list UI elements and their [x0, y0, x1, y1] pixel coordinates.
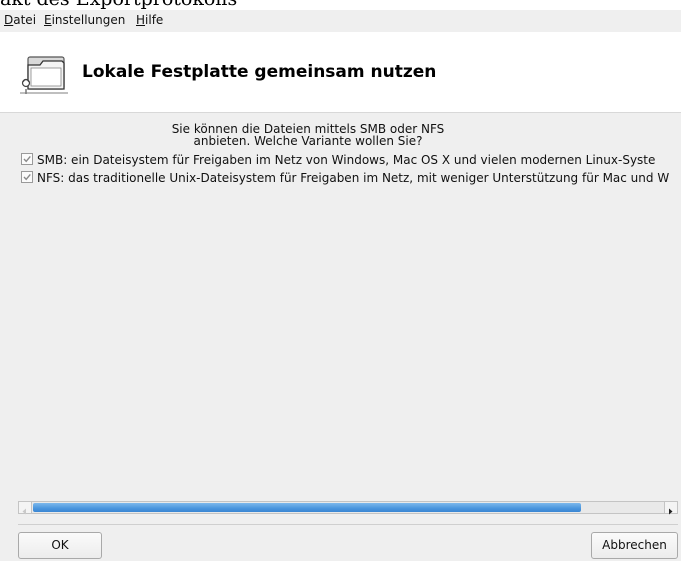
checkmark-icon	[23, 155, 31, 163]
dialog-window: Datei Einstellungen Hilfe Lokale Festpla…	[0, 10, 681, 561]
menu-settings[interactable]: Einstellungen	[44, 13, 125, 27]
menu-help-label: ilfe	[145, 13, 164, 27]
ok-button[interactable]: OK	[18, 532, 102, 559]
intro-line-2: anbieten. Welche Variante wollen Sie?	[193, 134, 423, 148]
nfs-label: NFS: das traditionelle Unix-Dateisystem …	[37, 171, 670, 185]
folder-share-icon	[20, 56, 68, 94]
document-caption: akt des Exportprotokolls	[0, 0, 237, 10]
cancel-button[interactable]: Abbrechen	[591, 532, 678, 559]
options-panel: Sie können die Dateien mittels SMB oder …	[18, 114, 681, 494]
menu-help[interactable]: Hilfe	[136, 13, 163, 27]
intro-text: Sie können die Dateien mittels SMB oder …	[18, 123, 598, 147]
menu-settings-accel: E	[44, 13, 52, 27]
header-panel: Lokale Festplatte gemeinsam nutzen	[0, 32, 681, 113]
menu-file-label: atei	[13, 13, 37, 27]
option-smb[interactable]: SMB: ein Dateisystem für Freigaben im Ne…	[21, 153, 655, 167]
page-title: Lokale Festplatte gemeinsam nutzen	[82, 62, 437, 82]
menu-help-accel: H	[136, 13, 146, 27]
checkmark-icon	[23, 173, 31, 181]
menubar: Datei Einstellungen Hilfe	[0, 10, 681, 32]
smb-label: SMB: ein Dateisystem für Freigaben im Ne…	[37, 153, 656, 167]
menu-settings-label: instellungen	[51, 13, 126, 27]
scrollbar-thumb[interactable]	[33, 503, 581, 512]
arrow-right-icon	[669, 508, 673, 515]
option-nfs[interactable]: NFS: das traditionelle Unix-Dateisystem …	[21, 171, 669, 185]
arrow-left-icon	[22, 508, 26, 515]
scroll-right-button[interactable]	[664, 502, 677, 515]
scroll-left-button[interactable]	[19, 502, 32, 515]
smb-checkbox[interactable]	[21, 153, 33, 165]
button-separator	[18, 524, 678, 525]
horizontal-scrollbar[interactable]	[18, 501, 678, 515]
nfs-checkbox[interactable]	[21, 171, 33, 183]
menu-file-accel: D	[4, 13, 14, 27]
menu-file[interactable]: Datei	[4, 13, 36, 27]
